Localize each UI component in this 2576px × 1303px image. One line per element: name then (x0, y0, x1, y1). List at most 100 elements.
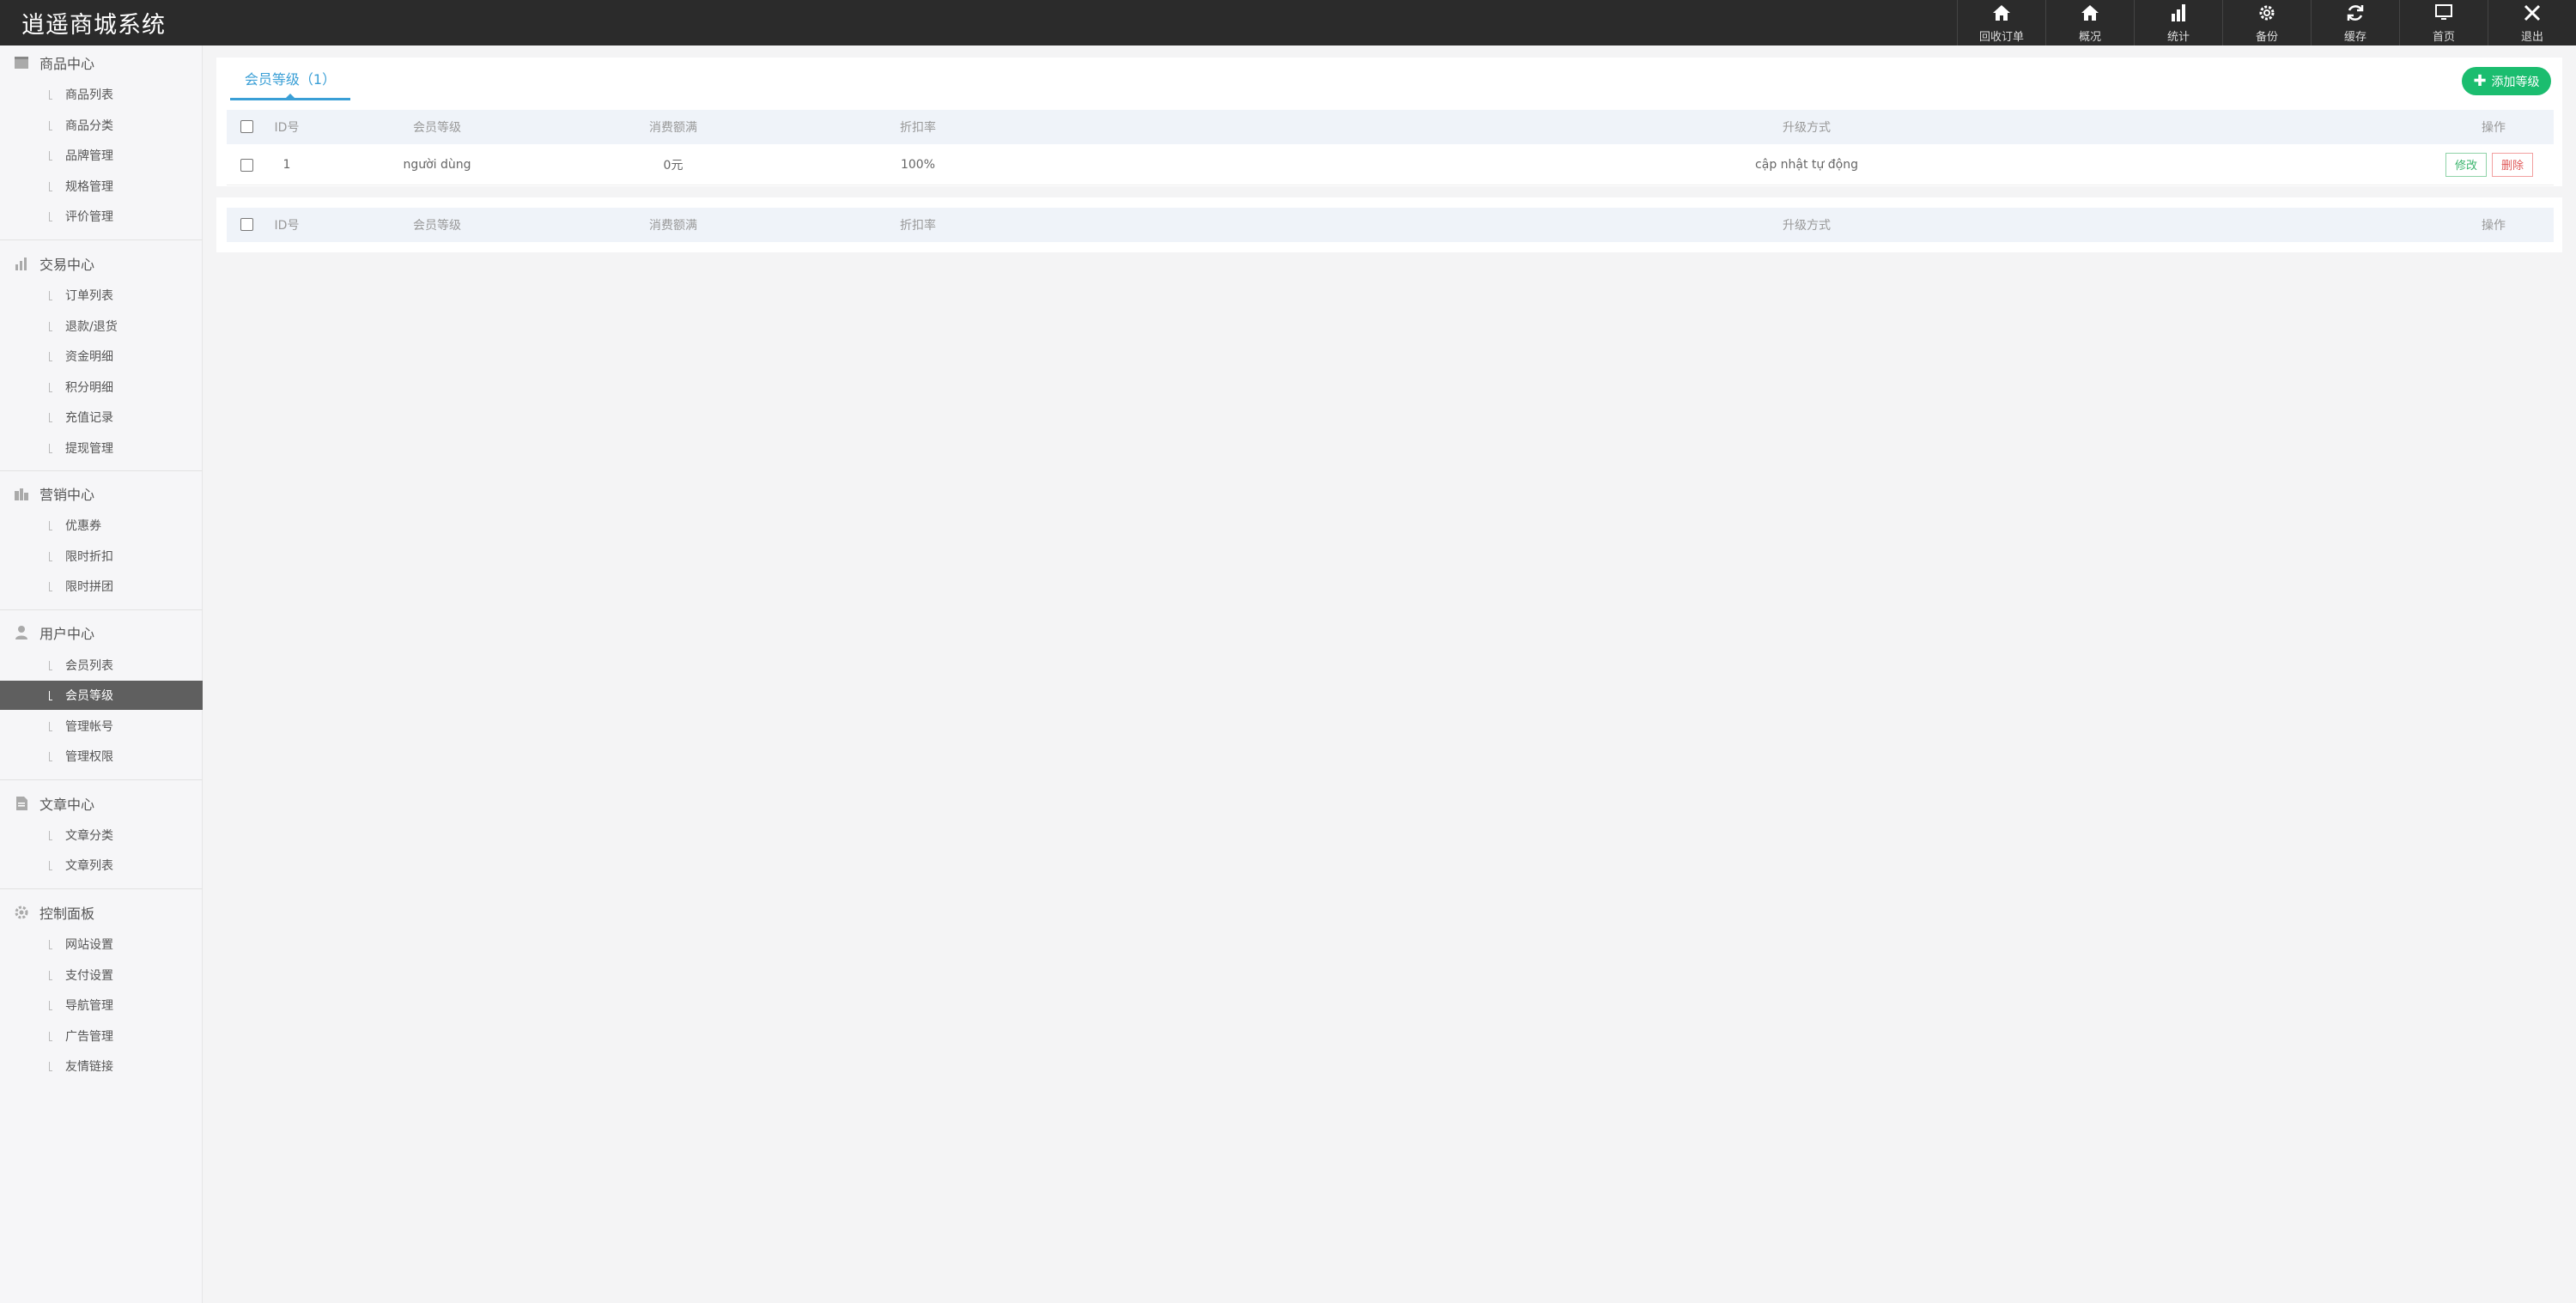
sidebar-section-title: 营销中心 (39, 487, 95, 503)
top-nav-overview[interactable]: 概况 (2045, 0, 2134, 45)
top-nav-cache[interactable]: 缓存 (2311, 0, 2399, 45)
plus-icon: ✚ (2473, 72, 2487, 90)
tree-line-icon (49, 940, 52, 949)
top-nav-recycle-orders[interactable]: 回收订单 (1957, 0, 2045, 45)
sidebar-item-label: 退款/退货 (65, 320, 118, 334)
column-header-upgrade-method: 升级方式 (1783, 121, 1831, 135)
user-icon (15, 626, 27, 639)
tree-line-icon (49, 971, 52, 980)
tree-line-icon (49, 521, 52, 530)
divider (0, 779, 203, 780)
cell-id: 1 (283, 157, 291, 172)
top-nav-home[interactable]: 首页 (2399, 0, 2488, 45)
sidebar-section-title: 交易中心 (39, 257, 95, 273)
cell-discount: 100% (900, 157, 936, 172)
app-title: 逍遥商城系统 (21, 12, 166, 39)
sidebar-item-funds[interactable]: 资金明细 (0, 342, 203, 371)
top-nav-label: 概况 (2078, 31, 2101, 44)
sidebar-item-label: 商品分类 (65, 119, 113, 133)
document-icon (16, 797, 27, 810)
sidebar-item-member-level[interactable]: 会员等级 (0, 681, 203, 710)
sidebar-item-label: 积分明细 (65, 381, 113, 395)
sidebar-item-label: 友情链接 (65, 1060, 113, 1074)
column-header-discount: 折扣率 (900, 121, 936, 135)
sidebar-item-label: 规格管理 (65, 180, 113, 194)
sidebar-item-payment-settings[interactable]: 支付设置 (0, 961, 203, 990)
sidebar-item-label: 优惠券 (65, 519, 101, 533)
bar-chart-icon (15, 258, 27, 270)
top-nav-statistics[interactable]: 统计 (2134, 0, 2222, 45)
sidebar-item-withdraw[interactable]: 提现管理 (0, 433, 203, 463)
sidebar-item-friend-links[interactable]: 友情链接 (0, 1051, 203, 1081)
tree-line-icon (49, 661, 52, 670)
sidebar-item-article-list[interactable]: 文章列表 (0, 851, 203, 880)
sidebar-item-member-list[interactable]: 会员列表 (0, 651, 203, 680)
home-icon (1993, 5, 2010, 21)
sidebar-item-label: 支付设置 (65, 969, 113, 983)
sidebar-item-coupon[interactable]: 优惠券 (0, 511, 203, 540)
tree-line-icon (49, 151, 52, 161)
add-level-button[interactable]: ✚ 添加等级 (2462, 67, 2551, 95)
sidebar-item-refund[interactable]: 退款/退货 (0, 312, 203, 341)
top-nav: 回收订单 概况 统计 备份 缓存 首页 退出 (1957, 0, 2576, 45)
tree-line-icon (49, 182, 52, 191)
sidebar-item-brand[interactable]: 品牌管理 (0, 141, 203, 170)
sidebar-item-review[interactable]: 评价管理 (0, 202, 203, 231)
tree-line-icon (49, 1001, 52, 1010)
sidebar-item-label: 评价管理 (65, 210, 113, 224)
divider (0, 888, 203, 889)
top-nav-label: 备份 (2255, 31, 2278, 44)
sidebar-item-goods-category[interactable]: 商品分类 (0, 111, 203, 140)
sidebar-item-label: 会员等级 (65, 689, 113, 703)
sidebar-item-label: 资金明细 (65, 350, 113, 364)
sidebar-section-goods[interactable]: 商品中心 (0, 47, 203, 78)
refresh-icon (2347, 5, 2364, 21)
column-header-id: ID号 (274, 121, 300, 135)
cell-upgrade-method: cập nhật tự động (1755, 157, 1858, 172)
sidebar-item-label: 导航管理 (65, 999, 113, 1013)
sidebar-item-goods-list[interactable]: 商品列表 (0, 80, 203, 109)
sidebar-item-order-list[interactable]: 订单列表 (0, 281, 203, 310)
sidebar-section-title: 文章中心 (39, 797, 95, 813)
sidebar-item-spec[interactable]: 规格管理 (0, 172, 203, 201)
sidebar-item-ad-management[interactable]: 广告管理 (0, 1021, 203, 1051)
edit-button[interactable]: 修改 (2445, 152, 2487, 177)
column-header-actions: 操作 (2482, 219, 2506, 233)
tree-line-icon (49, 322, 52, 331)
member-level-panel: 会员等级（1） ✚ 添加等级 ID号 会员等级 消费额满 折扣率 升级方式 操作… (216, 58, 2562, 186)
top-nav-backup[interactable]: 备份 (2222, 0, 2311, 45)
sidebar-item-flash-discount[interactable]: 限时折扣 (0, 542, 203, 571)
sidebar-section-control-panel[interactable]: 控制面板 (0, 897, 203, 928)
sidebar-item-site-settings[interactable]: 网站设置 (0, 930, 203, 959)
row-checkbox[interactable] (240, 159, 253, 172)
sidebar-item-label: 订单列表 (65, 289, 113, 303)
sidebar-section-articles[interactable]: 文章中心 (0, 788, 203, 819)
gear-icon (2259, 5, 2275, 21)
sidebar-item-recharge[interactable]: 充值记录 (0, 403, 203, 432)
top-nav-label: 统计 (2166, 31, 2190, 44)
tree-line-icon (49, 752, 52, 761)
sidebar-section-users[interactable]: 用户中心 (0, 617, 203, 648)
select-all-checkbox[interactable] (240, 218, 253, 231)
sidebar-item-label: 提现管理 (65, 442, 113, 456)
home-icon (2081, 5, 2099, 21)
sidebar-item-admin-account[interactable]: 管理帐号 (0, 712, 203, 741)
sidebar-item-group-buy[interactable]: 限时拼团 (0, 572, 203, 601)
tree-line-icon (49, 861, 52, 870)
sidebar-section-marketing[interactable]: 营销中心 (0, 478, 203, 509)
top-nav-logout[interactable]: 退出 (2488, 0, 2576, 45)
tree-line-icon (49, 552, 52, 561)
tree-line-icon (49, 352, 52, 361)
sidebar-item-label: 商品列表 (65, 88, 113, 102)
sidebar-item-nav-management[interactable]: 导航管理 (0, 991, 203, 1020)
tab-member-level[interactable]: 会员等级（1） (230, 58, 350, 100)
delete-button[interactable]: 删除 (2492, 152, 2533, 177)
monitor-icon (2435, 4, 2452, 20)
table-header: ID号 会员等级 消费额满 折扣率 升级方式 操作 (227, 110, 2554, 144)
select-all-checkbox[interactable] (240, 120, 253, 133)
sidebar-item-admin-permission[interactable]: 管理权限 (0, 742, 203, 771)
box-icon (15, 57, 28, 69)
sidebar-item-article-category[interactable]: 文章分类 (0, 821, 203, 850)
sidebar-item-points[interactable]: 积分明细 (0, 373, 203, 402)
sidebar-section-trade[interactable]: 交易中心 (0, 248, 203, 279)
